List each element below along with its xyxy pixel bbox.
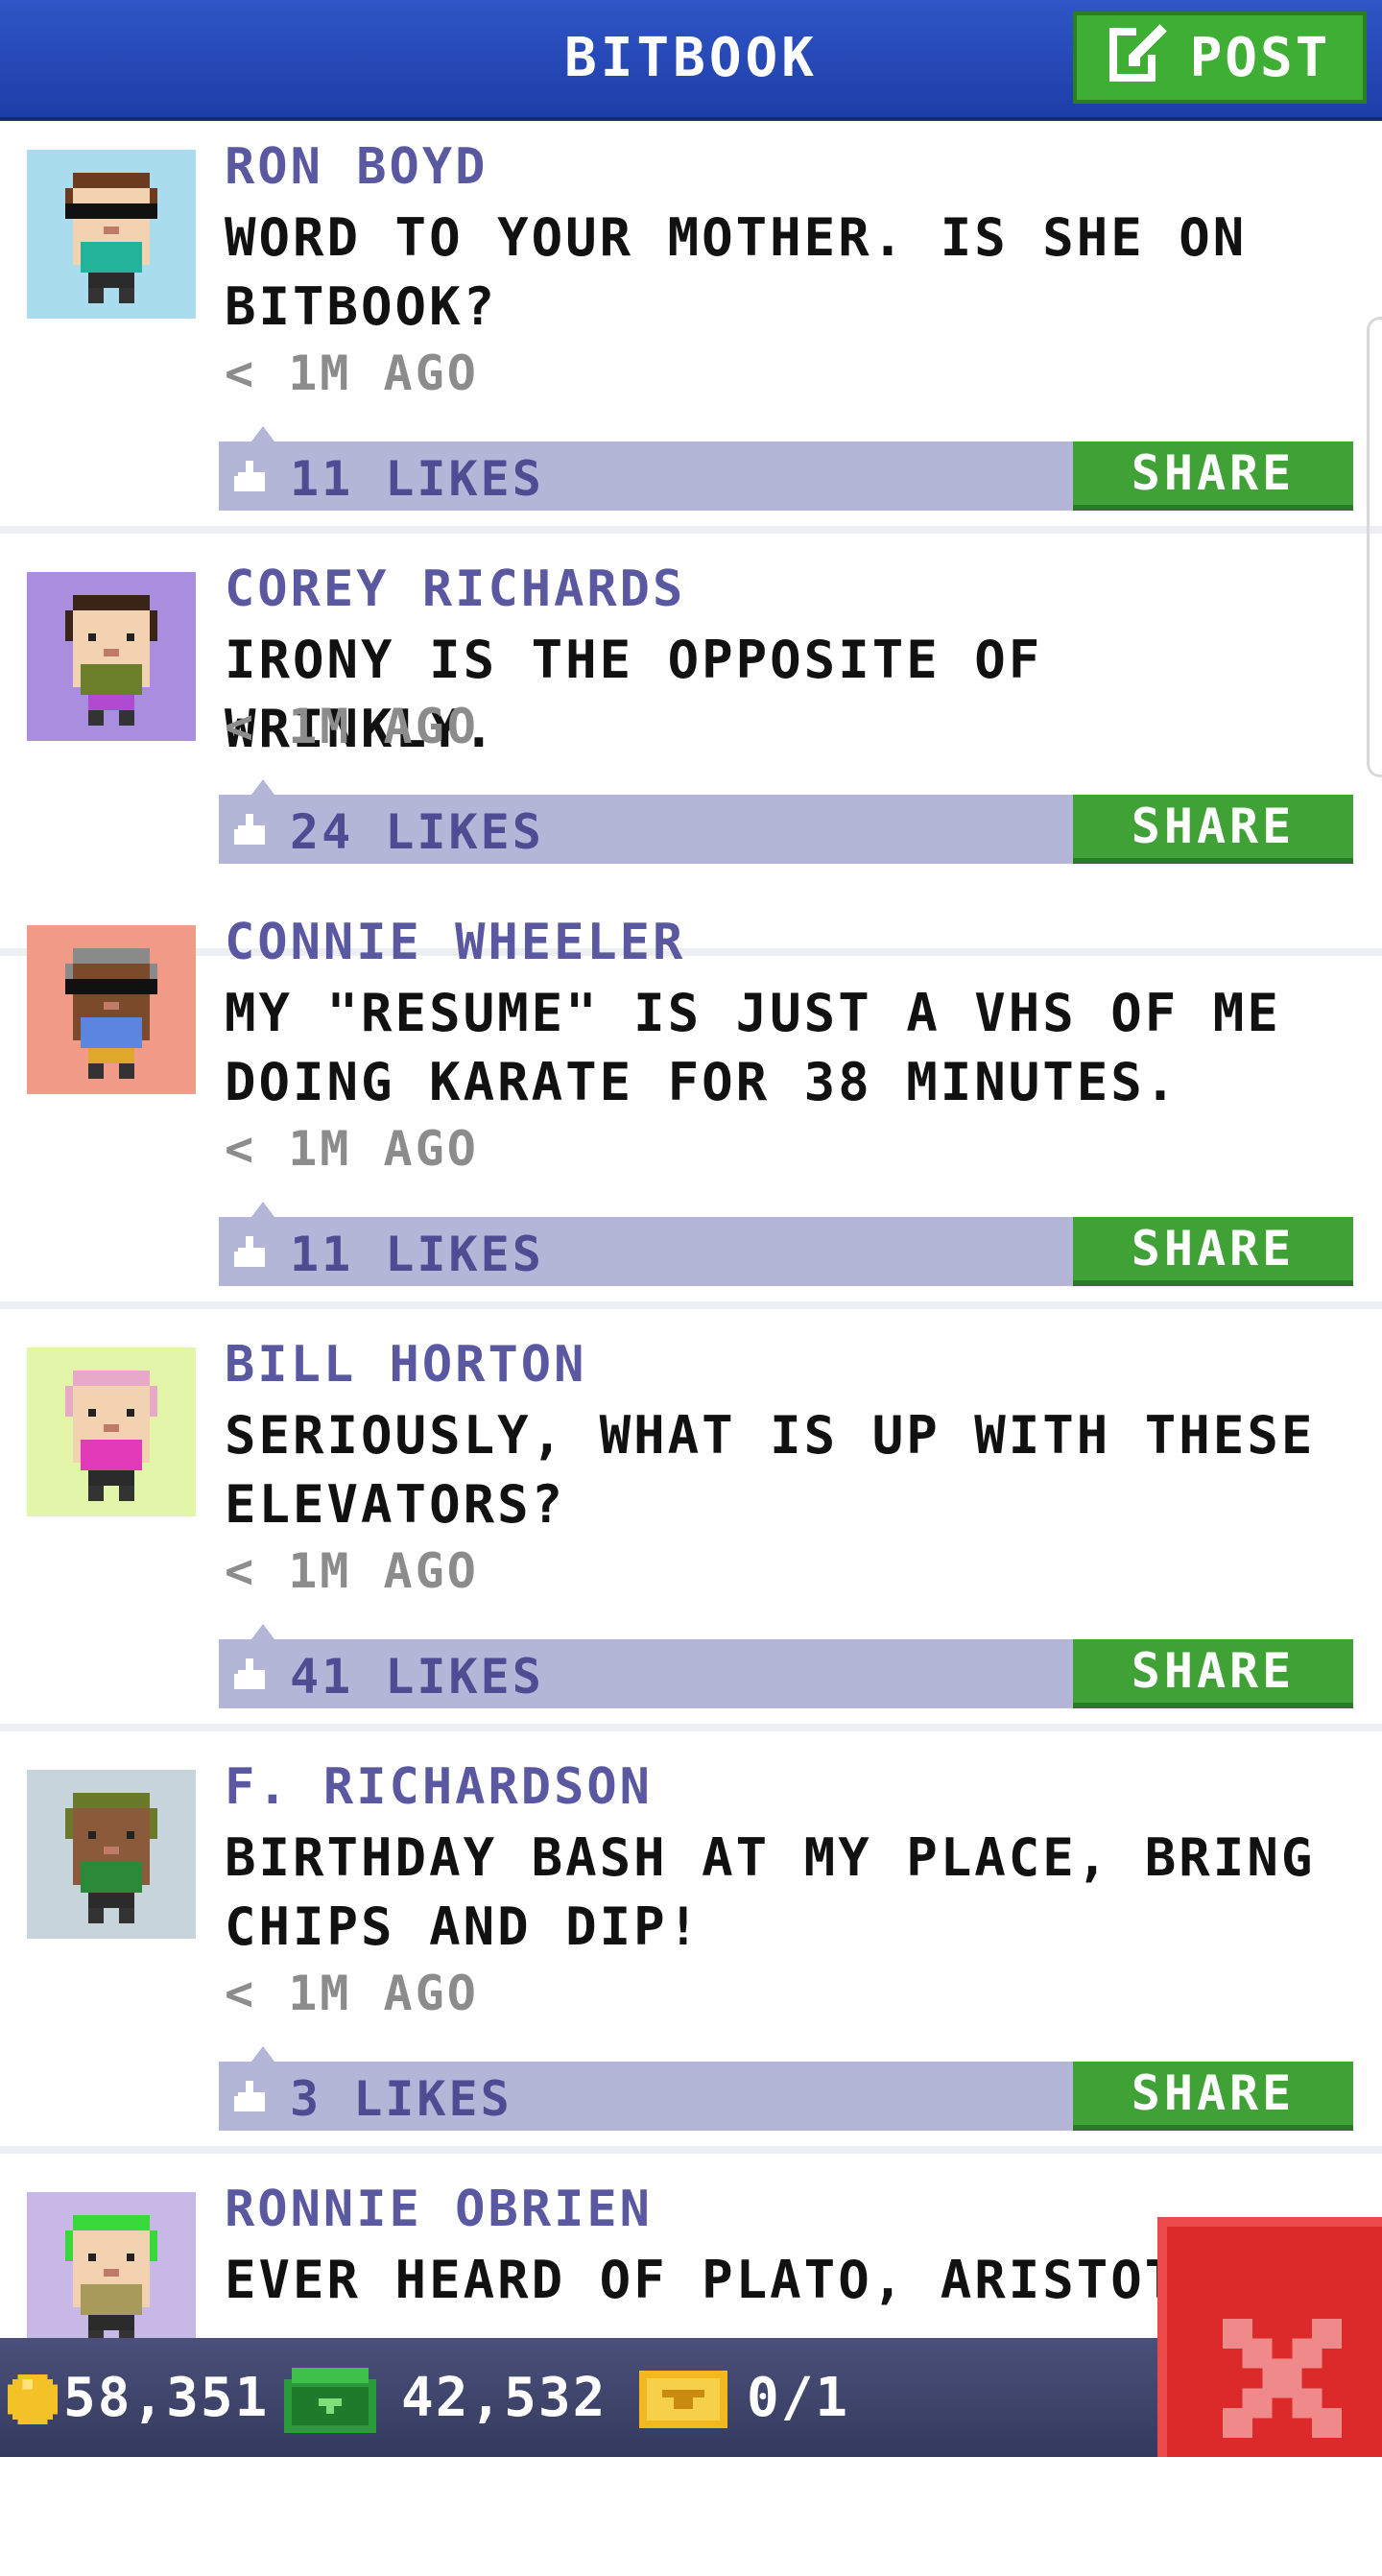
share-button[interactable]: SHARE [1073, 795, 1353, 864]
post-message: BIRTHDAY BASH AT MY PLACE, BRING CHIPS A… [225, 1827, 1316, 1957]
share-button[interactable]: SHARE [1073, 1217, 1353, 1286]
coin-count: 58,351 [63, 2367, 270, 2429]
like-bar-notch [251, 1624, 274, 1639]
post-button[interactable]: POST [1073, 12, 1367, 104]
avatar[interactable] [27, 2192, 196, 2361]
post-time: < 1M AGO [225, 699, 479, 754]
like-bar-notch [251, 1202, 274, 1217]
like-bar-notch [251, 426, 274, 441]
close-icon [1223, 2319, 1342, 2438]
thumbs-up-icon [234, 1236, 265, 1267]
post-time: < 1M AGO [225, 1543, 479, 1599]
feed-post: CONNIE WHEELER MY "RESUME" IS JUST A VHS… [0, 896, 1382, 1309]
post-time: < 1M AGO [225, 346, 479, 401]
post-message: MY "RESUME" IS JUST A VHS OF ME DOING KA… [225, 983, 1281, 1112]
ticket-count: 0/1 [747, 2367, 850, 2429]
like-bar-notch [251, 779, 274, 795]
share-button[interactable]: SHARE [1073, 441, 1353, 511]
like-count: 24 LIKES [290, 804, 544, 860]
share-button[interactable]: SHARE [1073, 1639, 1353, 1708]
feed-post: COREY RICHARDS IRONY IS THE OPPOSITE OF … [0, 543, 1382, 956]
coin-icon [8, 2374, 58, 2424]
like-count: 11 LIKES [290, 1227, 544, 1282]
thumbs-up-icon [234, 814, 265, 845]
post-time: < 1M AGO [225, 1121, 479, 1177]
scroll-indicator[interactable] [1367, 317, 1382, 777]
ticket-icon [639, 2371, 727, 2428]
like-bar-notch [251, 2046, 274, 2062]
like-count: 41 LIKES [290, 1649, 544, 1705]
poster-name: F. RICHARDSON [225, 1758, 653, 1816]
post-message: SERIOUSLY, WHAT IS UP WITH THESE ELEVATO… [225, 1405, 1316, 1535]
poster-name: CONNIE WHEELER [225, 914, 686, 971]
avatar[interactable] [27, 925, 196, 1094]
top-bar: BITBOOK POST [0, 0, 1382, 121]
thumbs-up-icon [234, 461, 265, 491]
poster-name: BILL HORTON [225, 1336, 587, 1394]
bux-count: 42,532 [401, 2367, 608, 2429]
thumbs-up-icon [234, 2081, 265, 2111]
post-time: < 1M AGO [225, 1966, 479, 2021]
share-button[interactable]: SHARE [1073, 2062, 1353, 2131]
edit-icon [1108, 20, 1171, 95]
bux-icon [284, 2368, 376, 2433]
avatar[interactable] [27, 150, 196, 319]
thumbs-up-icon [234, 1658, 265, 1689]
avatar[interactable] [27, 1348, 196, 1516]
poster-name: COREY RICHARDS [225, 561, 686, 618]
poster-name: RON BOYD [225, 138, 488, 196]
avatar[interactable] [27, 1770, 196, 1939]
feed-post: F. RICHARDSON BIRTHDAY BASH AT MY PLACE,… [0, 1741, 1382, 2154]
post-label: POST [1189, 26, 1331, 89]
avatar[interactable] [27, 572, 196, 741]
feed-post: BILL HORTON SERIOUSLY, WHAT IS UP WITH T… [0, 1319, 1382, 1731]
like-count: 11 LIKES [290, 451, 544, 507]
feed-post: RON BOYD WORD TO YOUR MOTHER. IS SHE ON … [0, 121, 1382, 534]
poster-name: RONNIE OBRIEN [225, 2181, 653, 2238]
close-button[interactable] [1157, 2217, 1382, 2457]
post-message: WORD TO YOUR MOTHER. IS SHE ON BITBOOK? [225, 207, 1248, 337]
like-count: 3 LIKES [290, 2071, 512, 2127]
